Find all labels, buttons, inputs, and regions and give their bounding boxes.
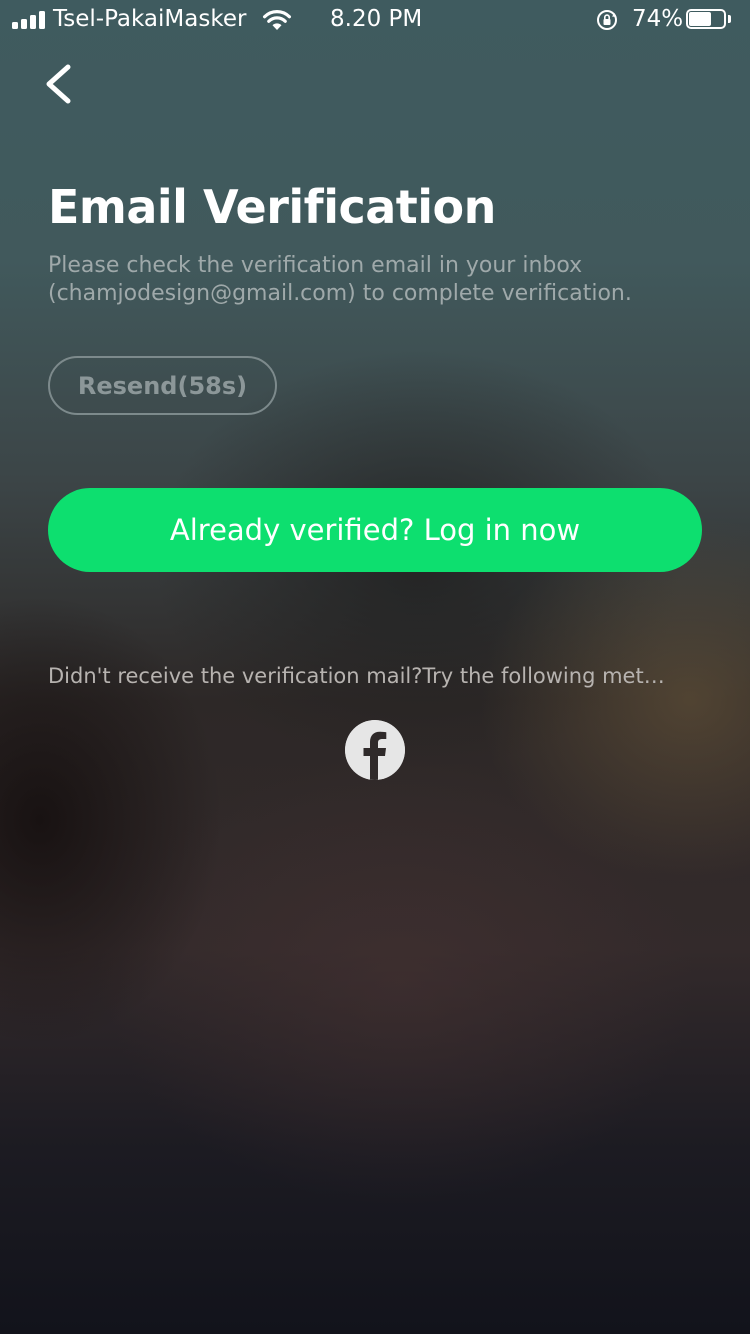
email-verification-screen: Tsel-PakaiMasker 8.20 PM 74% Email Verif…	[0, 0, 750, 1334]
wifi-icon	[263, 10, 291, 30]
page-title: Email Verification	[48, 180, 496, 234]
resend-label: Resend(58s)	[77, 371, 248, 400]
login-now-button[interactable]: Already verified? Log in now	[48, 488, 702, 572]
instructions-line-1: Please check the verification email in y…	[48, 253, 583, 278]
back-button[interactable]	[36, 60, 84, 108]
facebook-icon	[345, 720, 405, 780]
status-bar: Tsel-PakaiMasker 8.20 PM 74%	[0, 0, 750, 40]
help-text: Didn't receive the verification mail?Try…	[48, 664, 665, 688]
rotation-lock-icon	[597, 10, 617, 30]
facebook-login-button[interactable]	[345, 720, 405, 780]
instructions-line-2: (chamjodesign@gmail.com) to complete ver…	[48, 281, 632, 306]
battery-level-fill	[689, 12, 712, 26]
battery-icon	[686, 9, 734, 31]
signal-strength-icon	[12, 11, 46, 29]
login-now-label: Already verified? Log in now	[169, 513, 581, 547]
instructions-text: Please check the verification email in y…	[48, 252, 728, 308]
chevron-left-icon	[46, 64, 71, 104]
clock-time: 8.20 PM	[330, 6, 423, 32]
resend-button[interactable]: Resend(58s)	[48, 356, 277, 415]
carrier-name: Tsel-PakaiMasker	[53, 6, 247, 32]
battery-percent: 74%	[632, 6, 684, 32]
